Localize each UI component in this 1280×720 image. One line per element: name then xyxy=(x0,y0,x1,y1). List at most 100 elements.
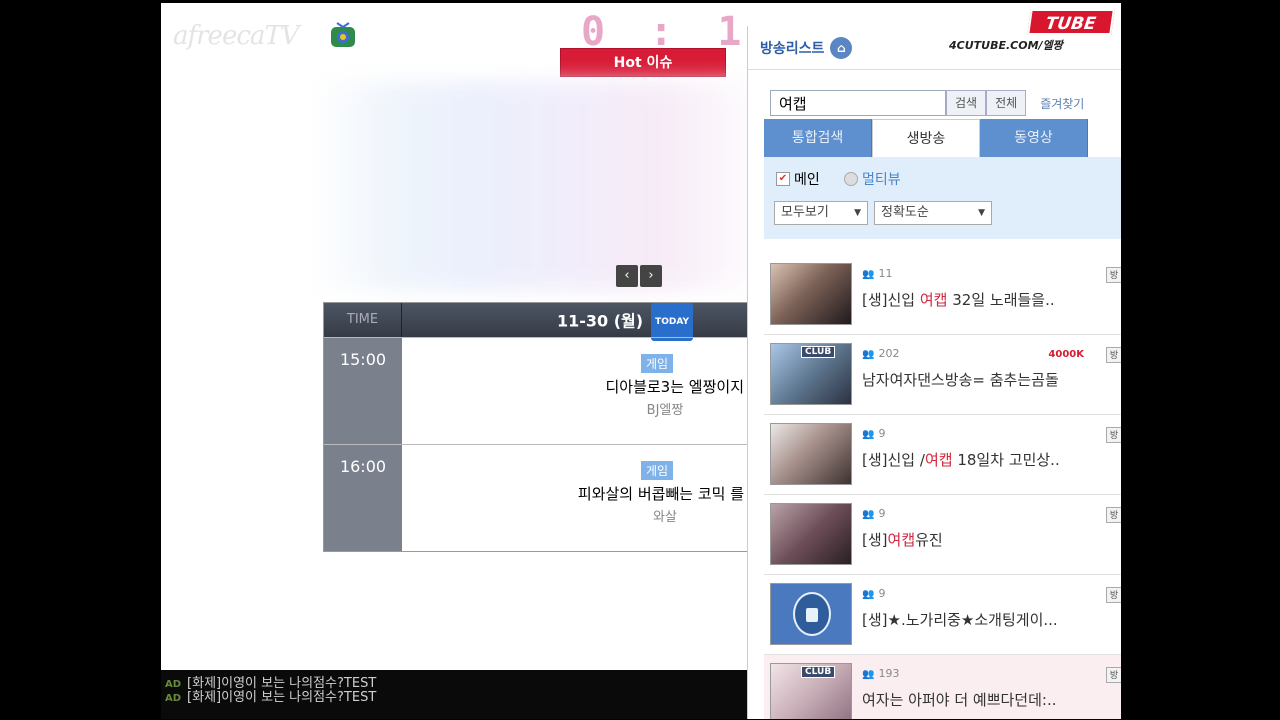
banner-pager: ‹ › xyxy=(616,265,662,287)
all-button[interactable]: 전체 xyxy=(986,90,1027,116)
multiview-radio[interactable]: 멀티뷰 xyxy=(844,169,901,189)
title-text: 여자는 아퍼야 더 예쁘다던데:.. xyxy=(862,691,1057,709)
schedule-bj: BJ엘짱 xyxy=(646,403,684,418)
schedule-title: 피와살의 버콥빼는 코믹 를 xyxy=(577,485,744,503)
schedule-row[interactable]: 15:00 게임 디아블로3는 엘짱이지 BJ엘짱 xyxy=(324,337,764,444)
today-badge[interactable]: TODAY xyxy=(651,303,693,341)
search-button[interactable]: 검색 xyxy=(946,90,987,116)
home-icon[interactable]: ⌂ xyxy=(830,36,853,59)
broadcast-title[interactable]: [생]★.노가리중★소개팅게이... xyxy=(862,609,1120,630)
broadcast-badge: 방 xyxy=(1106,507,1121,523)
broadcast-title[interactable]: [생]신입 /여캡 18일차 고민상.. xyxy=(862,449,1120,470)
ad-ticker: AD [화제]이영이 보는 나의점수?TEST AD [화제]이영이 보는 나의점수… xyxy=(161,670,751,719)
users-icon: 👥 xyxy=(862,669,875,680)
viewer-count-value: 11 xyxy=(878,267,893,280)
tube-channel-logo: TUBE xyxy=(1027,9,1115,35)
balloon-badge: 4000K xyxy=(1048,349,1084,360)
next-arrow-icon[interactable]: › xyxy=(640,265,662,287)
search-input[interactable] xyxy=(770,90,946,116)
ticker-text: [화제]이영이 보는 나의점수?TEST xyxy=(187,690,377,705)
ad-tag: AD xyxy=(165,693,182,704)
viewer-count: 👥 9 xyxy=(862,427,885,440)
multiview-label: 멀티뷰 xyxy=(862,172,901,188)
schedule-header: TIME 11-30 (월) TODAY xyxy=(324,303,762,341)
broadcast-title[interactable]: 여자는 아퍼야 더 예쁘다던데:.. xyxy=(862,689,1120,710)
broadcast-badge: 방 xyxy=(1106,347,1121,363)
list-item[interactable]: CLUB 👥 202 4000K 방 남자여자댄스방송= 춤추는곰돌 xyxy=(764,335,1121,415)
title-text: [생] xyxy=(862,531,888,549)
time-column-header: TIME xyxy=(324,303,402,337)
users-icon: 👥 xyxy=(862,589,875,600)
ticker-line[interactable]: AD [화제]이영이 보는 나의점수?TEST xyxy=(165,686,376,705)
broadcast-list-panel: 방송리스트 ⌂ 검색 전체 즐겨찾기 통합검색 생방송 동영상 ✔ 메인 멀티뷰… xyxy=(747,26,1121,719)
stream-frame: afreecaTV 0 : 1 Hot 이슈 ‹ › TIME 11-30 (월… xyxy=(161,3,1121,719)
viewer-count: 👥 9 xyxy=(862,507,885,520)
schedule-date-text: 11-30 (월) xyxy=(557,311,644,331)
title-text: 18일차 고민상.. xyxy=(952,451,1060,469)
viewer-count: 👥 193 xyxy=(862,667,899,680)
viewer-count-value: 9 xyxy=(878,507,886,520)
tv-icon xyxy=(331,22,355,47)
broadcast-thumbnail[interactable]: CLUB xyxy=(770,663,852,719)
broadcast-thumbnail[interactable] xyxy=(770,423,852,485)
users-icon: 👥 xyxy=(862,269,875,280)
broadcast-badge: 방 xyxy=(1106,267,1121,283)
tab-integrated-search[interactable]: 통합검색 xyxy=(764,119,872,157)
schedule-row[interactable]: 16:00 게임 피와살의 버콥빼는 코믹 를 와살 xyxy=(324,444,764,551)
tab-live[interactable]: 생방송 xyxy=(872,119,980,157)
filter-select-value: 모두보기 xyxy=(781,205,829,220)
title-text: 32일 노래들을.. xyxy=(947,291,1055,309)
filter-select[interactable]: 모두보기 ▼ xyxy=(774,201,868,225)
tube-channel-url: 4CUTUBE.COM/엘짱 xyxy=(949,39,1063,52)
title-highlight: 여캡 xyxy=(919,291,948,309)
title-text: [생]★.노가리중★소개팅게이... xyxy=(862,611,1058,629)
main-checkbox-label: 메인 xyxy=(794,172,820,188)
broadcast-title[interactable]: [생]여캡유진 xyxy=(862,529,1120,550)
checkbox-checked-icon: ✔ xyxy=(776,172,790,186)
schedule-table: TIME 11-30 (월) TODAY 15:00 게임 디아블로3는 엘짱이지… xyxy=(323,302,764,552)
broadcast-thumbnail[interactable] xyxy=(770,503,852,565)
list-item[interactable]: CLUB 👥 193 방 여자는 아퍼야 더 예쁘다던데:.. xyxy=(764,655,1121,719)
category-tag: 게임 xyxy=(641,354,674,373)
broadcast-list: 👥 11 방 [생]신입 여캡 32일 노래들을.. CLUB 👥 202 4000… xyxy=(764,255,1121,719)
broadcast-thumbnail[interactable] xyxy=(770,583,852,645)
viewer-count: 👥 9 xyxy=(862,587,885,600)
broadcast-title[interactable]: [생]신입 여캡 32일 노래들을.. xyxy=(862,289,1120,310)
lock-icon xyxy=(793,592,831,636)
prev-arrow-icon[interactable]: ‹ xyxy=(616,265,638,287)
list-item[interactable]: 👥 11 방 [생]신입 여캡 32일 노래들을.. xyxy=(764,255,1121,335)
sort-select[interactable]: 정확도순 ▼ xyxy=(874,201,992,225)
viewer-count-value: 193 xyxy=(878,667,900,680)
list-item[interactable]: 👥 9 방 [생]신입 /여캡 18일차 고민상.. xyxy=(764,415,1121,495)
panel-title: 방송리스트 xyxy=(760,40,825,57)
title-highlight: 여캡 xyxy=(924,451,953,469)
schedule-title: 디아블로3는 엘짱이지 xyxy=(605,378,744,396)
chevron-down-icon: ▼ xyxy=(978,208,985,218)
title-text: [생]신입 xyxy=(862,291,920,309)
tab-video[interactable]: 동영상 xyxy=(980,119,1088,157)
list-item[interactable]: 👥 9 방 [생]여캡유진 xyxy=(764,495,1121,575)
broadcast-thumbnail[interactable] xyxy=(770,263,852,325)
filter-options: ✔ 메인 멀티뷰 모두보기 ▼ 정확도순 ▼ xyxy=(764,157,1121,239)
users-icon: 👥 xyxy=(862,509,875,520)
panel-tabs: 통합검색 생방송 동영상 xyxy=(764,119,1121,157)
hot-issue-banner[interactable]: Hot 이슈 xyxy=(560,48,726,77)
viewer-count-value: 9 xyxy=(878,587,886,600)
users-icon: 👥 xyxy=(862,349,875,360)
main-checkbox[interactable]: ✔ 메인 xyxy=(776,169,820,189)
broadcast-title[interactable]: 남자여자댄스방송= 춤추는곰돌 xyxy=(862,369,1120,390)
afreeca-logo: afreecaTV xyxy=(173,21,300,51)
broadcast-thumbnail[interactable]: CLUB xyxy=(770,343,852,405)
schedule-date: 11-30 (월) TODAY xyxy=(402,303,762,341)
club-badge: CLUB xyxy=(801,346,836,358)
list-item[interactable]: 👥 9 방 [생]★.노가리중★소개팅게이... xyxy=(764,575,1121,655)
title-text: [생]신입 / xyxy=(862,451,925,469)
title-text: 남자여자댄스방송= 춤추는곰돌 xyxy=(862,371,1059,389)
schedule-time: 16:00 xyxy=(324,445,402,551)
category-tag: 게임 xyxy=(641,461,674,480)
viewer-count: 👥 11 xyxy=(862,267,892,280)
chevron-down-icon: ▼ xyxy=(854,208,861,218)
viewer-count-value: 9 xyxy=(878,427,886,440)
favorites-link[interactable]: 즐겨찾기 xyxy=(1040,95,1084,112)
broadcast-badge: 방 xyxy=(1106,587,1121,603)
